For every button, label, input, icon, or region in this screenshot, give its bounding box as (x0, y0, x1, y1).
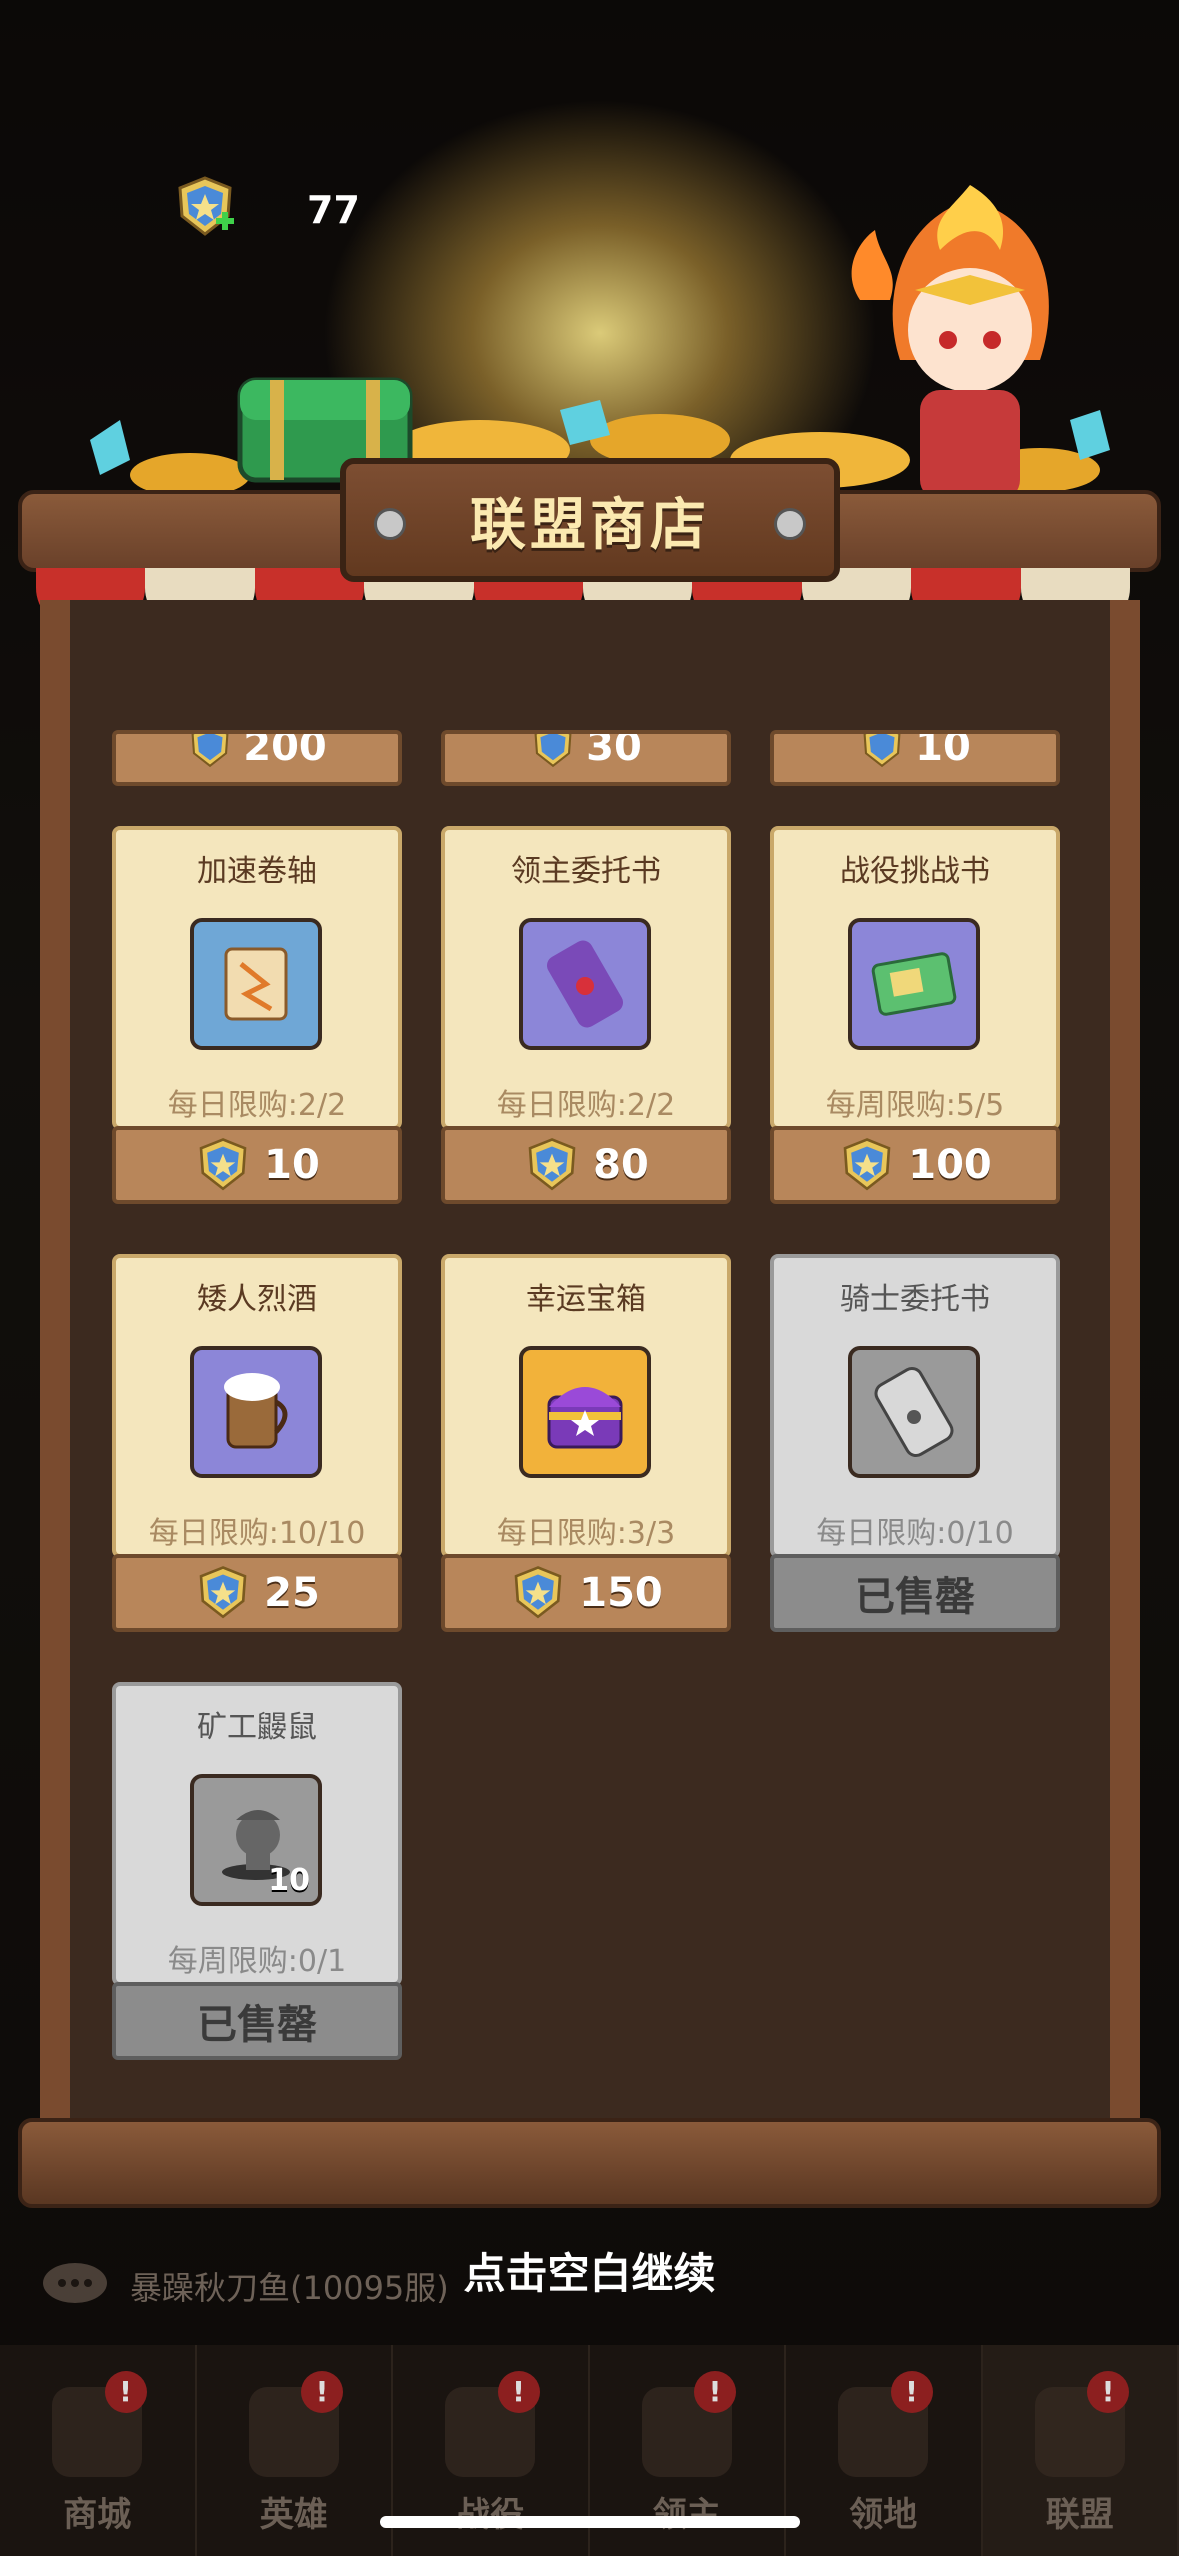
price-value: 10 (264, 1142, 320, 1188)
price-value: 30 (586, 730, 642, 770)
alliance-coin-icon (843, 1138, 891, 1191)
item-name: 骑士委托书 (840, 1282, 990, 1317)
price-value: 150 (579, 1570, 663, 1616)
shop-title-plate: 联盟商店 (340, 458, 840, 582)
alert-badge: ! (890, 2371, 933, 2413)
sold-out-label: 已售罄 (855, 1574, 975, 1620)
purchase-limit: 每日限购:0/10 (816, 1516, 1014, 1551)
item-icon-frame (190, 1346, 322, 1478)
sold-out-bar: 已售罄 (112, 1982, 402, 2060)
buy-button[interactable]: 100 (770, 1126, 1060, 1204)
bolt-icon (374, 508, 406, 540)
item-icon-frame (519, 1346, 651, 1478)
item-name: 加速卷轴 (197, 854, 317, 889)
purple-scroll-icon (547, 940, 623, 1028)
nav-label: 商城 (63, 2495, 132, 2535)
item-name: 矮人烈酒 (197, 1282, 317, 1317)
alliance-coin-icon (199, 1566, 247, 1619)
shop-title: 联盟商店 (470, 492, 710, 558)
alliance-badge-icon (178, 176, 234, 236)
purchase-limit: 每日限购:2/2 (167, 1088, 347, 1123)
item-name: 幸运宝箱 (526, 1282, 646, 1317)
tap-to-continue-hint: 点击空白继续 (463, 2249, 716, 2298)
sold-out-label: 已售罄 (197, 2002, 317, 2048)
alliance-coin-icon (199, 1138, 247, 1191)
gray-scroll-icon (874, 1367, 954, 1457)
mug-icon (224, 1373, 288, 1449)
home-indicator[interactable] (380, 2516, 800, 2528)
nav-label: 领地 (849, 2495, 918, 2535)
item-icon-frame (190, 918, 322, 1050)
item-icon-frame (519, 918, 651, 1050)
price-value: 10 (915, 730, 971, 770)
nav-tab-heroes[interactable]: 英雄! (197, 2345, 393, 2556)
item-name: 矿工鼹鼠 (197, 1710, 317, 1745)
partial-price-bar[interactable]: 30 (441, 730, 731, 786)
shelf-bottom-frame (18, 2118, 1161, 2208)
nav-label: 战役 (456, 2495, 525, 2535)
partial-price-bar[interactable]: 10 (770, 730, 1060, 786)
alert-badge: ! (301, 2371, 343, 2413)
purchase-limit: 每日限购:3/3 (496, 1516, 676, 1551)
nav-tab-alliance[interactable]: 联盟! (982, 2345, 1179, 2556)
buy-button[interactable]: 10 (112, 1126, 402, 1204)
item-quantity: 10 (268, 1863, 310, 1898)
alert-badge: ! (104, 2371, 147, 2413)
alert-badge: ! (694, 2371, 736, 2413)
price-value: 200 (243, 730, 327, 770)
shop-item-card[interactable]: 幸运宝箱 每日限购:3/3 150 (441, 1254, 731, 1634)
item-icon-frame (848, 1346, 980, 1478)
shop-item-card[interactable]: 战役挑战书 每周限购:5/5 100 (770, 826, 1060, 1206)
alliance-coin-icon (191, 734, 229, 768)
nav-label: 领主 (652, 2495, 721, 2535)
price-value: 25 (264, 1570, 320, 1616)
nav-label: 英雄 (259, 2495, 328, 2535)
alliance-coin-icon (863, 734, 901, 768)
shop-item-card[interactable]: 领主委托书 每日限购:2/2 80 (441, 826, 731, 1206)
purchase-limit: 每周限购:5/5 (825, 1088, 1005, 1123)
fire-hero-character (851, 185, 1049, 500)
item-name: 领主委托书 (511, 854, 661, 889)
purchase-limit: 每日限购:2/2 (496, 1088, 676, 1123)
alert-badge: ! (497, 2371, 540, 2413)
item-name: 战役挑战书 (840, 854, 990, 889)
item-icon-frame: 10 (190, 1774, 322, 1906)
sold-out-bar: 已售罄 (770, 1554, 1060, 1632)
shop-item-card[interactable]: 矮人烈酒 每日限购:10/10 25 (112, 1254, 402, 1634)
nav-tab-shop[interactable]: 商城! (0, 2345, 197, 2556)
buy-button[interactable]: 80 (441, 1126, 731, 1204)
item-icon-frame (848, 918, 980, 1050)
shop-item-card[interactable]: 骑士委托书 每日限购:0/10 已售罄 (770, 1254, 1060, 1634)
treasure-chest-icon (547, 1387, 623, 1449)
scroll-icon (224, 947, 288, 1021)
purchase-limit: 每日限购:10/10 (148, 1516, 366, 1551)
buy-button[interactable]: 150 (441, 1554, 731, 1632)
price-value: 100 (908, 1142, 992, 1188)
shop-item-card[interactable]: 矿工鼹鼠 10 每周限购:0/1 已售罄 (112, 1682, 402, 2062)
purchase-limit: 每周限购:0/1 (167, 1944, 347, 1979)
nav-label: 联盟 (1045, 2495, 1114, 2535)
alliance-coin-icon (528, 1138, 576, 1191)
alliance-coin-icon (534, 734, 572, 768)
alliance-coin-icon (514, 1566, 562, 1619)
shop-item-card[interactable]: 加速卷轴 每日限购:2/2 10 (112, 826, 402, 1206)
nav-tab-territory[interactable]: 领地! (786, 2345, 983, 2556)
alert-badge: ! (1087, 2371, 1129, 2413)
ticket-icon (871, 952, 957, 1016)
price-value: 80 (593, 1142, 649, 1188)
alliance-coin-counter: 77 (172, 176, 432, 236)
coin-amount: 77 (307, 188, 360, 232)
bolt-icon (774, 508, 806, 540)
buy-button[interactable]: 25 (112, 1554, 402, 1632)
partial-price-bar[interactable]: 200 (112, 730, 402, 786)
